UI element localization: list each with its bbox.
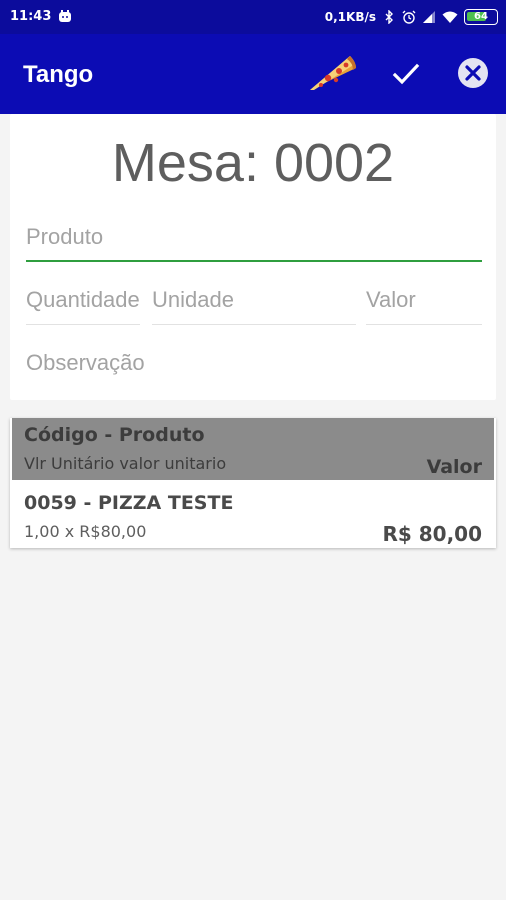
header-code-product: Código - Produto — [24, 424, 205, 446]
alarm-icon — [402, 10, 416, 24]
items-list: Código - Produto Vlr Unitário valor unit… — [10, 418, 496, 548]
list-header: Código - Produto Vlr Unitário valor unit… — [12, 418, 494, 480]
bluetooth-icon — [385, 10, 393, 24]
quantidade-field[interactable]: Quantidade — [26, 287, 140, 325]
observacao-field[interactable]: Observação — [26, 350, 482, 388]
check-icon — [392, 63, 420, 85]
header-unit-value: Vlr Unitário valor unitario — [24, 454, 227, 473]
pizza-button[interactable] — [306, 54, 358, 94]
item-total: R$ 80,00 — [382, 522, 482, 546]
status-time: 11:43 — [10, 9, 52, 24]
valor-field[interactable]: Valor — [366, 287, 482, 325]
wifi-icon — [442, 11, 458, 23]
network-speed: 0,1KB/s — [324, 10, 376, 24]
confirm-button[interactable] — [388, 56, 424, 92]
produto-field[interactable]: Produto — [26, 224, 482, 262]
pizza-icon — [310, 56, 356, 90]
android-notification-icon — [59, 10, 71, 22]
valor-placeholder: Valor — [366, 287, 416, 312]
close-icon — [458, 58, 488, 88]
quantidade-placeholder: Quantidade — [26, 287, 140, 312]
order-form: Mesa: 0002 Produto Quantidade Unidade Va… — [10, 114, 496, 400]
app-bar: Tango — [0, 34, 506, 114]
unidade-field[interactable]: Unidade — [152, 287, 356, 325]
produto-placeholder: Produto — [26, 224, 104, 249]
observacao-placeholder: Observação — [26, 350, 145, 375]
battery-indicator: 64 — [464, 9, 498, 25]
app-title: Tango — [23, 61, 94, 88]
header-valor: Valor — [426, 456, 482, 478]
item-quantity-price: 1,00 x R$80,00 — [24, 522, 147, 541]
status-right-group: 0,1KB/s 64 — [325, 8, 498, 26]
unidade-placeholder: Unidade — [152, 287, 234, 312]
signal-icon — [423, 11, 435, 23]
table-number-title: Mesa: 0002 — [111, 133, 395, 193]
item-title: 0059 - PIZZA TESTE — [24, 492, 234, 514]
close-button[interactable] — [456, 56, 490, 90]
status-bar: 11:43 0,1KB/s 64 — [0, 0, 506, 34]
battery-level: 64 — [474, 11, 488, 22]
